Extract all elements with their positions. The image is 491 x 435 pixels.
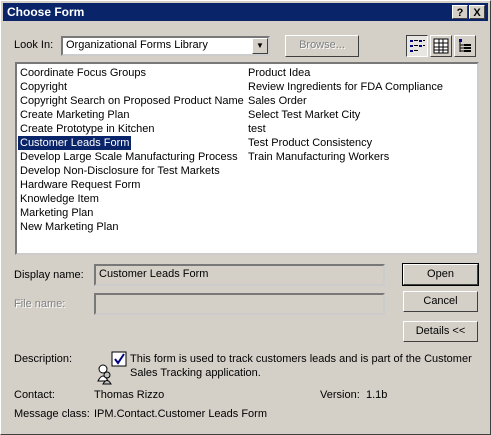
description-text-line-1: This form is used to track customers lea… bbox=[130, 353, 472, 365]
contact-label: Contact: bbox=[14, 389, 55, 401]
open-button[interactable]: Open bbox=[402, 263, 479, 286]
forms-list[interactable]: Coordinate Focus Groups Copyright Copyrigh… bbox=[15, 62, 479, 255]
title-bar: Choose Form ? X bbox=[3, 3, 488, 21]
forms-list-column-1: Coordinate Focus Groups Copyright Copyrigh… bbox=[16, 66, 246, 234]
chevron-down-icon[interactable]: ▼ bbox=[252, 38, 268, 54]
look-in-value: Organizational Forms Library bbox=[66, 39, 208, 51]
properties-view-icon bbox=[459, 39, 471, 52]
choose-form-dialog: Choose Form ? X Look In: Organizational … bbox=[0, 0, 491, 435]
close-button[interactable]: X bbox=[469, 5, 485, 19]
form-list-item[interactable]: Select Test Market City bbox=[246, 108, 445, 122]
properties-view-button[interactable] bbox=[454, 35, 476, 57]
display-name-label: Display name: bbox=[14, 269, 84, 281]
form-list-item[interactable]: Develop Non-Disclosure for Test Markets bbox=[18, 164, 246, 178]
form-list-item[interactable]: New Marketing Plan bbox=[18, 220, 246, 234]
form-list-item[interactable]: Create Prototype in Kitchen bbox=[18, 122, 246, 136]
browse-button[interactable]: Browse... bbox=[285, 35, 359, 57]
form-list-item[interactable]: Copyright Search on Proposed Product Nam… bbox=[18, 94, 246, 108]
details-view-button[interactable] bbox=[430, 35, 452, 57]
look-in-dropdown[interactable]: Organizational Forms Library ▼ bbox=[61, 36, 270, 56]
file-name-label: File name: bbox=[14, 298, 66, 310]
file-name-field[interactable] bbox=[94, 293, 385, 315]
list-view-button[interactable] bbox=[406, 35, 428, 57]
contact-value: Thomas Rizzo bbox=[94, 389, 165, 401]
message-class-label: Message class: bbox=[14, 408, 90, 420]
form-list-item[interactable]: Develop Large Scale Manufacturing Proces… bbox=[18, 150, 246, 164]
display-name-field: Customer Leads Form bbox=[94, 264, 385, 286]
form-list-item[interactable]: Train Manufacturing Workers bbox=[246, 150, 445, 164]
form-icon bbox=[93, 351, 129, 385]
details-button[interactable]: Details << bbox=[403, 321, 478, 342]
form-list-item[interactable]: Marketing Plan bbox=[18, 206, 246, 220]
form-list-item[interactable]: Coordinate Focus Groups bbox=[18, 66, 246, 80]
form-list-item[interactable]: Create Marketing Plan bbox=[18, 108, 246, 122]
list-view-icon bbox=[410, 40, 425, 52]
version-label: Version: bbox=[320, 389, 360, 401]
form-list-item[interactable]: Test Product Consistency bbox=[246, 136, 445, 150]
look-in-label: Look In: bbox=[14, 39, 54, 51]
form-list-item[interactable]: Copyright bbox=[18, 80, 246, 94]
description-label: Description: bbox=[14, 353, 73, 365]
cancel-button[interactable]: Cancel bbox=[403, 291, 478, 312]
forms-list-column-2: Product Idea Review Ingredients for FDA C… bbox=[246, 66, 445, 164]
form-list-item[interactable]: Hardware Request Form bbox=[18, 178, 246, 192]
form-list-item[interactable]: test bbox=[246, 122, 445, 136]
form-list-item[interactable]: Knowledge Item bbox=[18, 192, 246, 206]
form-list-item[interactable]: Review Ingredients for FDA Compliance bbox=[246, 80, 445, 94]
form-list-item[interactable]: Sales Order bbox=[246, 94, 445, 108]
help-button[interactable]: ? bbox=[452, 5, 468, 19]
version-value: 1.1b bbox=[366, 389, 388, 401]
form-list-item[interactable]: Product Idea bbox=[246, 66, 445, 80]
form-list-item[interactable]: Customer Leads Form bbox=[16, 135, 133, 151]
details-view-icon bbox=[433, 38, 449, 54]
description-text-line-2: Sales Tracking application. bbox=[130, 367, 261, 379]
message-class-value: IPM.Contact.Customer Leads Form bbox=[94, 408, 268, 420]
window-title: Choose Form bbox=[7, 5, 85, 19]
